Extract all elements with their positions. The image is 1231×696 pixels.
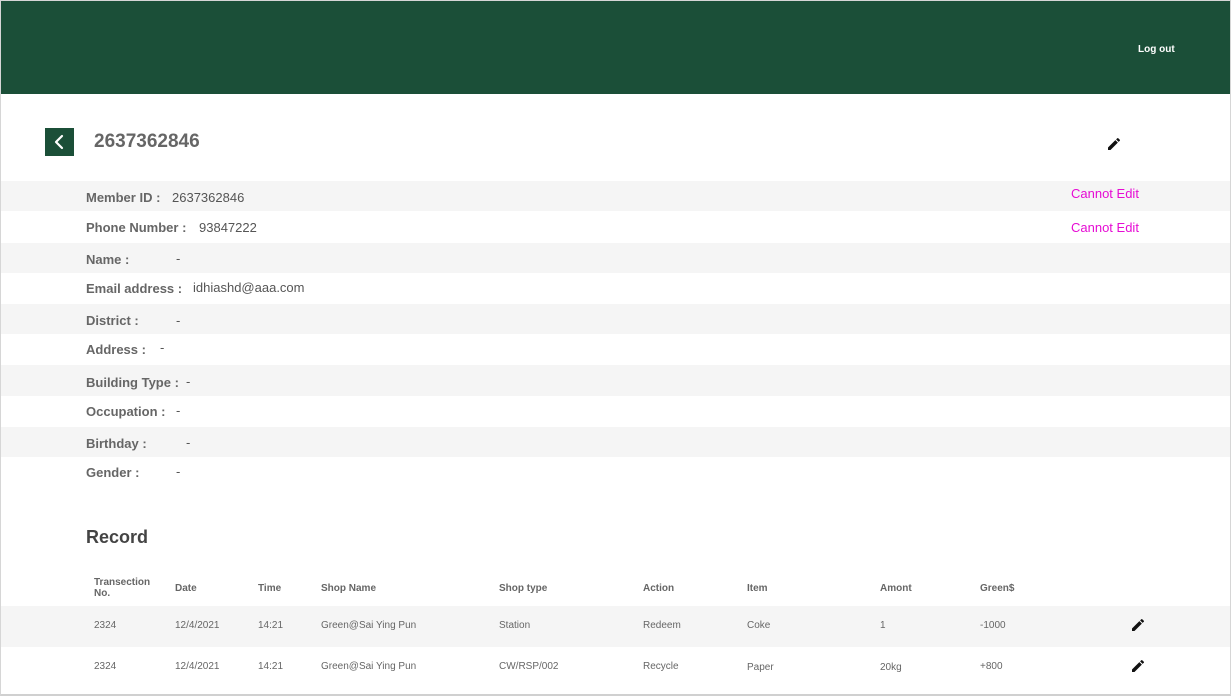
email-row: Email address : idhiashd@aaa.com (1, 273, 1230, 304)
table-cell: 14:21 (258, 620, 284, 631)
table-cell: Recycle (643, 661, 679, 672)
building-type-row: Building Type : - (1, 365, 1230, 396)
column-header: Amont (880, 583, 912, 594)
phone-number-row: Phone Number : 93847222 Cannot Edit (1, 211, 1230, 243)
member-id-row: Member ID : 2637362846 Cannot Edit (1, 181, 1230, 211)
table-cell: 1 (880, 620, 886, 631)
table-cell: -1000 (980, 620, 1006, 631)
table-row: 2324 12/4/2021 14:21 Green@Sai Ying Pun … (1, 606, 1230, 647)
table-cell: +800 (980, 661, 1003, 672)
field-label: Phone Number : (86, 220, 187, 235)
field-label: District : (86, 313, 139, 328)
field-label: Member ID : (86, 190, 161, 205)
field-label: Name : (86, 252, 130, 267)
field-label: Gender : (86, 465, 140, 480)
edit-row-button[interactable] (1130, 658, 1146, 674)
field-label: Birthday : (86, 436, 147, 451)
address-row: Address : - (1, 334, 1230, 365)
birthday-row: Birthday : - (1, 427, 1230, 457)
pencil-icon (1132, 659, 1145, 672)
table-cell: Paper (747, 662, 774, 673)
column-header: Green$ (980, 583, 1015, 594)
field-value: - (160, 340, 165, 355)
table-cell: 14:21 (258, 661, 284, 672)
cannot-edit-note: Cannot Edit (1071, 220, 1139, 235)
table-row: 2324 12/4/2021 14:21 Green@Sai Ying Pun … (1, 647, 1230, 689)
occupation-row: Occupation : - (1, 396, 1230, 427)
table-cell: CW/RSP/002 (499, 661, 559, 672)
field-value: - (176, 403, 181, 418)
table-cell: Station (499, 620, 531, 631)
column-header: Shop type (499, 583, 548, 594)
field-value: - (176, 464, 181, 479)
field-label: Address : (86, 342, 146, 357)
column-header: Transection No. (94, 577, 151, 599)
column-header: Shop Name (321, 583, 377, 594)
table-cell: Coke (747, 620, 771, 631)
edit-row-button[interactable] (1130, 617, 1146, 633)
field-value: - (176, 313, 181, 328)
table-cell: 12/4/2021 (175, 661, 220, 672)
table-header: Transection No. Date Time Shop Name Shop… (1, 571, 1230, 606)
cannot-edit-note: Cannot Edit (1071, 186, 1139, 201)
field-value: idhiashd@aaa.com (193, 280, 305, 295)
field-value: 2637362846 (172, 190, 245, 205)
pencil-icon (1108, 137, 1121, 150)
table-cell: 2324 (94, 620, 117, 631)
column-header: Action (643, 583, 675, 594)
page-title: 2637362846 (94, 131, 200, 152)
table-cell: 12/4/2021 (175, 620, 220, 631)
column-header: Date (175, 583, 197, 594)
field-label: Building Type : (86, 375, 179, 390)
logout-button[interactable]: Log out (1138, 44, 1175, 55)
app-frame: Log out 2637362846 Member ID : 263736284… (0, 0, 1231, 696)
field-value: - (186, 435, 191, 450)
pencil-icon (1132, 618, 1145, 631)
district-row: District : - (1, 304, 1230, 334)
back-button[interactable] (45, 128, 74, 156)
gender-row: Gender : - (1, 457, 1230, 488)
table-cell: Redeem (643, 620, 681, 631)
column-header: Time (258, 583, 282, 594)
field-value: - (176, 251, 181, 266)
edit-member-button[interactable] (1106, 136, 1122, 152)
table-cell: Green@Sai Ying Pun (321, 661, 417, 672)
record-title: Record (86, 527, 149, 547)
field-label: Occupation : (86, 404, 166, 419)
field-value: - (186, 374, 191, 389)
column-header: Item (747, 583, 768, 594)
field-label: Email address : (86, 281, 183, 296)
table-cell: Green@Sai Ying Pun (321, 620, 417, 631)
table-cell: 20kg (880, 662, 902, 673)
field-value: 93847222 (199, 220, 257, 235)
name-row: Name : - (1, 243, 1230, 273)
chevron-left-icon (54, 134, 64, 150)
table-cell: 2324 (94, 661, 117, 672)
top-bar: Log out (1, 1, 1230, 94)
